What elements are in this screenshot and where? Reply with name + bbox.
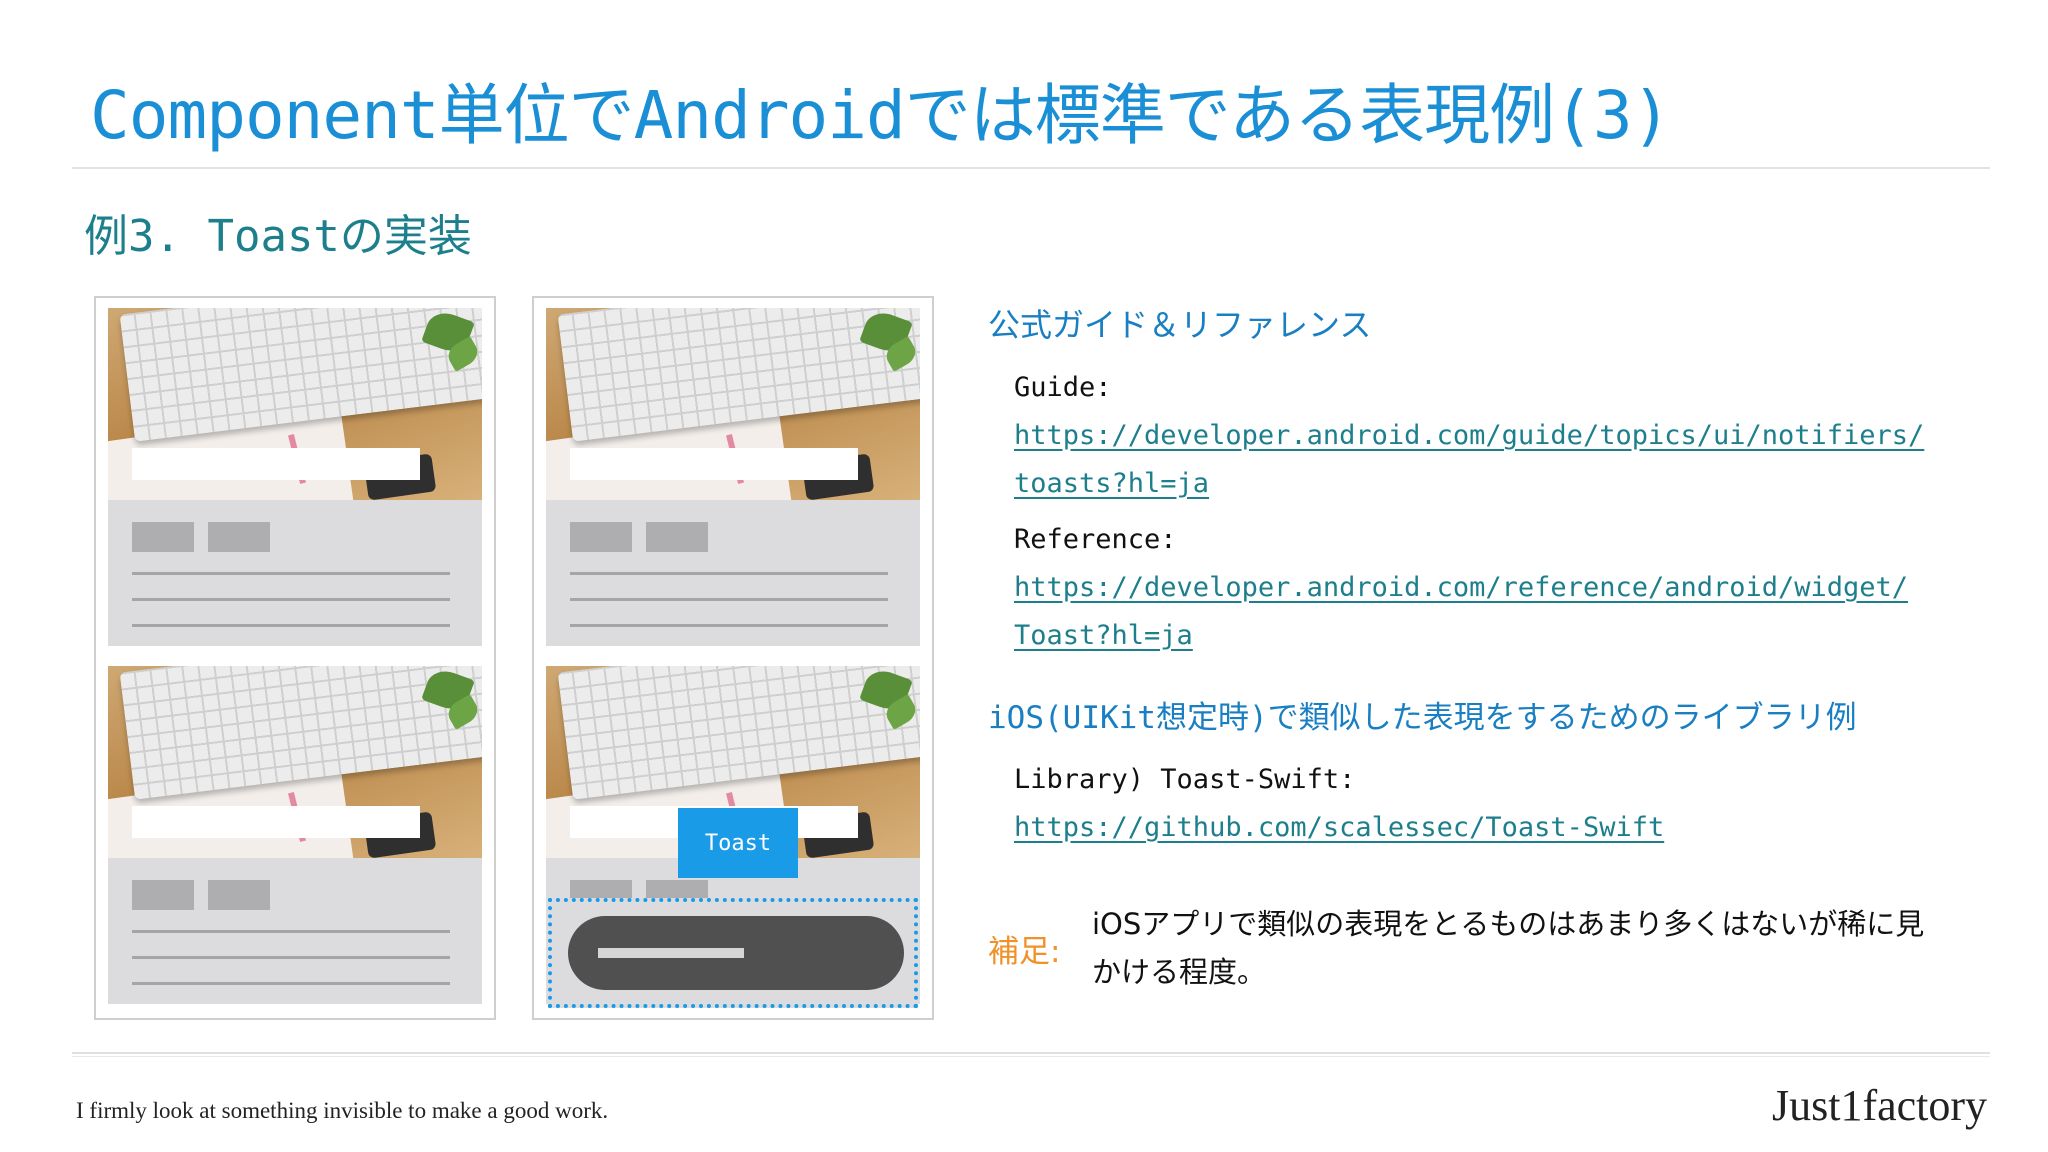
card-text-line bbox=[132, 598, 450, 601]
toast-message-pill bbox=[568, 916, 904, 990]
card-title-placeholder bbox=[132, 806, 420, 838]
title-divider bbox=[72, 167, 1990, 169]
card-tag-placeholder bbox=[646, 522, 708, 552]
guide-label: Guide: bbox=[1014, 372, 1112, 403]
ios-library-heading: iOS(UIKit想定時)で類似した表現をするためのライブラリ例 bbox=[988, 700, 1857, 736]
card-tag-placeholder bbox=[208, 880, 270, 910]
card-photo bbox=[546, 308, 920, 500]
mockup-panel-without-toast bbox=[94, 296, 496, 1020]
library-label: Library) Toast-Swift: bbox=[1014, 764, 1356, 795]
card-title-placeholder bbox=[570, 448, 858, 480]
library-link[interactable]: https://github.com/scalessec/Toast-Swift bbox=[1014, 812, 1664, 843]
brand-logo-text: Just1factory bbox=[1772, 1081, 1988, 1130]
card-text-line bbox=[570, 598, 888, 601]
card-photo bbox=[108, 666, 482, 858]
card-text-line bbox=[132, 930, 450, 933]
card-text-line bbox=[570, 572, 888, 575]
card-tag-placeholder bbox=[570, 522, 632, 552]
mockup-panel-with-toast: Toast bbox=[532, 296, 934, 1020]
note-label: 補足: bbox=[988, 934, 1061, 970]
footer-quote: I firmly look at something invisible to … bbox=[76, 1098, 609, 1123]
content-card bbox=[108, 308, 482, 646]
reference-link-line1[interactable]: https://developer.android.com/reference/… bbox=[1014, 572, 1908, 603]
slide-subtitle: 例3. Toastの実装 bbox=[84, 211, 472, 262]
card-tag-placeholder bbox=[132, 522, 194, 552]
card-tag-placeholder bbox=[132, 880, 194, 910]
card-text-line bbox=[570, 624, 888, 627]
card-text-line bbox=[132, 572, 450, 575]
note-text: iOSアプリで類似の表現をとるものはあまり多くはないが稀に見かける程度。 bbox=[1092, 907, 1925, 989]
card-photo bbox=[108, 308, 482, 500]
footer-divider bbox=[72, 1052, 1990, 1057]
guide-link-line1[interactable]: https://developer.android.com/guide/topi… bbox=[1014, 420, 1924, 451]
slide-title: Component単位でAndroidでは標準である表現例(3) bbox=[90, 77, 1671, 154]
toast-text-placeholder bbox=[598, 948, 744, 958]
reference-link-line2[interactable]: Toast?hl=ja bbox=[1014, 620, 1193, 651]
card-text-line bbox=[132, 982, 450, 985]
toast-callout-label: Toast bbox=[678, 808, 798, 878]
content-card bbox=[108, 666, 482, 1004]
content-card bbox=[546, 308, 920, 646]
card-text-line bbox=[132, 956, 450, 959]
reference-label: Reference: bbox=[1014, 524, 1177, 555]
guide-link-line2[interactable]: toasts?hl=ja bbox=[1014, 468, 1209, 499]
card-tag-placeholder bbox=[208, 522, 270, 552]
card-title-placeholder bbox=[132, 448, 420, 480]
official-guide-heading: 公式ガイド＆リファレンス bbox=[988, 306, 1372, 344]
toast-highlight-frame bbox=[548, 898, 918, 1008]
card-text-line bbox=[132, 624, 450, 627]
